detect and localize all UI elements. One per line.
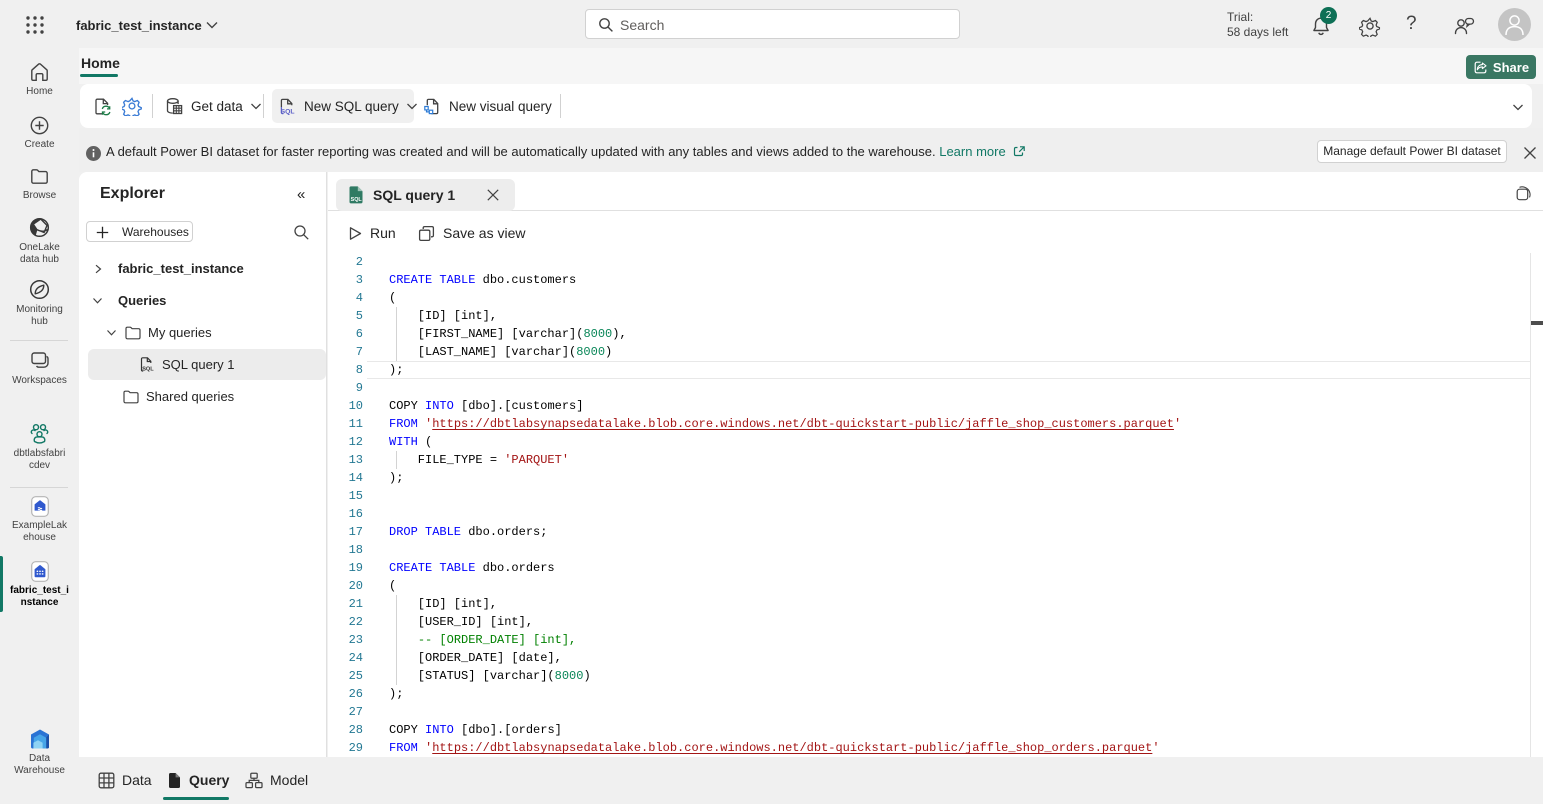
- svg-text:SQL: SQL: [281, 108, 295, 115]
- svg-text:SQL: SQL: [351, 197, 363, 203]
- svg-text:SQL: SQL: [142, 367, 154, 373]
